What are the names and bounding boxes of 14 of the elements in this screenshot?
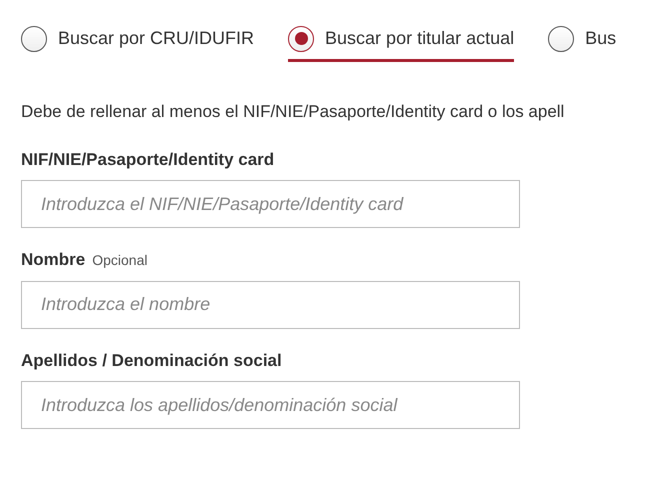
input-field[interactable]: Introduzca el NIF/NIE/Pasaporte/Identity card bbox=[21, 180, 520, 228]
search-mode-radio[interactable]: Buscar por titular actual bbox=[288, 22, 514, 62]
search-mode-radio[interactable]: Buscar por CRU/IDUFIR bbox=[21, 22, 254, 62]
field-label: Apellidos / Denominación social bbox=[21, 350, 282, 372]
radio-icon bbox=[21, 26, 47, 52]
instruction-text: Debe de rellenar al menos el NIF/NIE/Pasaporte/Identity card o los apell bbox=[21, 101, 564, 123]
field-label: NIF/NIE/Pasaporte/Identity card bbox=[21, 148, 274, 170]
optional-hint: Opcional bbox=[92, 251, 148, 270]
radio-icon bbox=[548, 26, 574, 52]
field-label: Nombre bbox=[21, 249, 86, 271]
input-field[interactable]: Introduzca los apellidos/denominación social bbox=[21, 381, 520, 429]
input-field[interactable]: Introduzca el nombre bbox=[21, 280, 520, 328]
radio-icon bbox=[288, 26, 314, 52]
search-mode-radio[interactable]: Bus bbox=[548, 22, 616, 62]
